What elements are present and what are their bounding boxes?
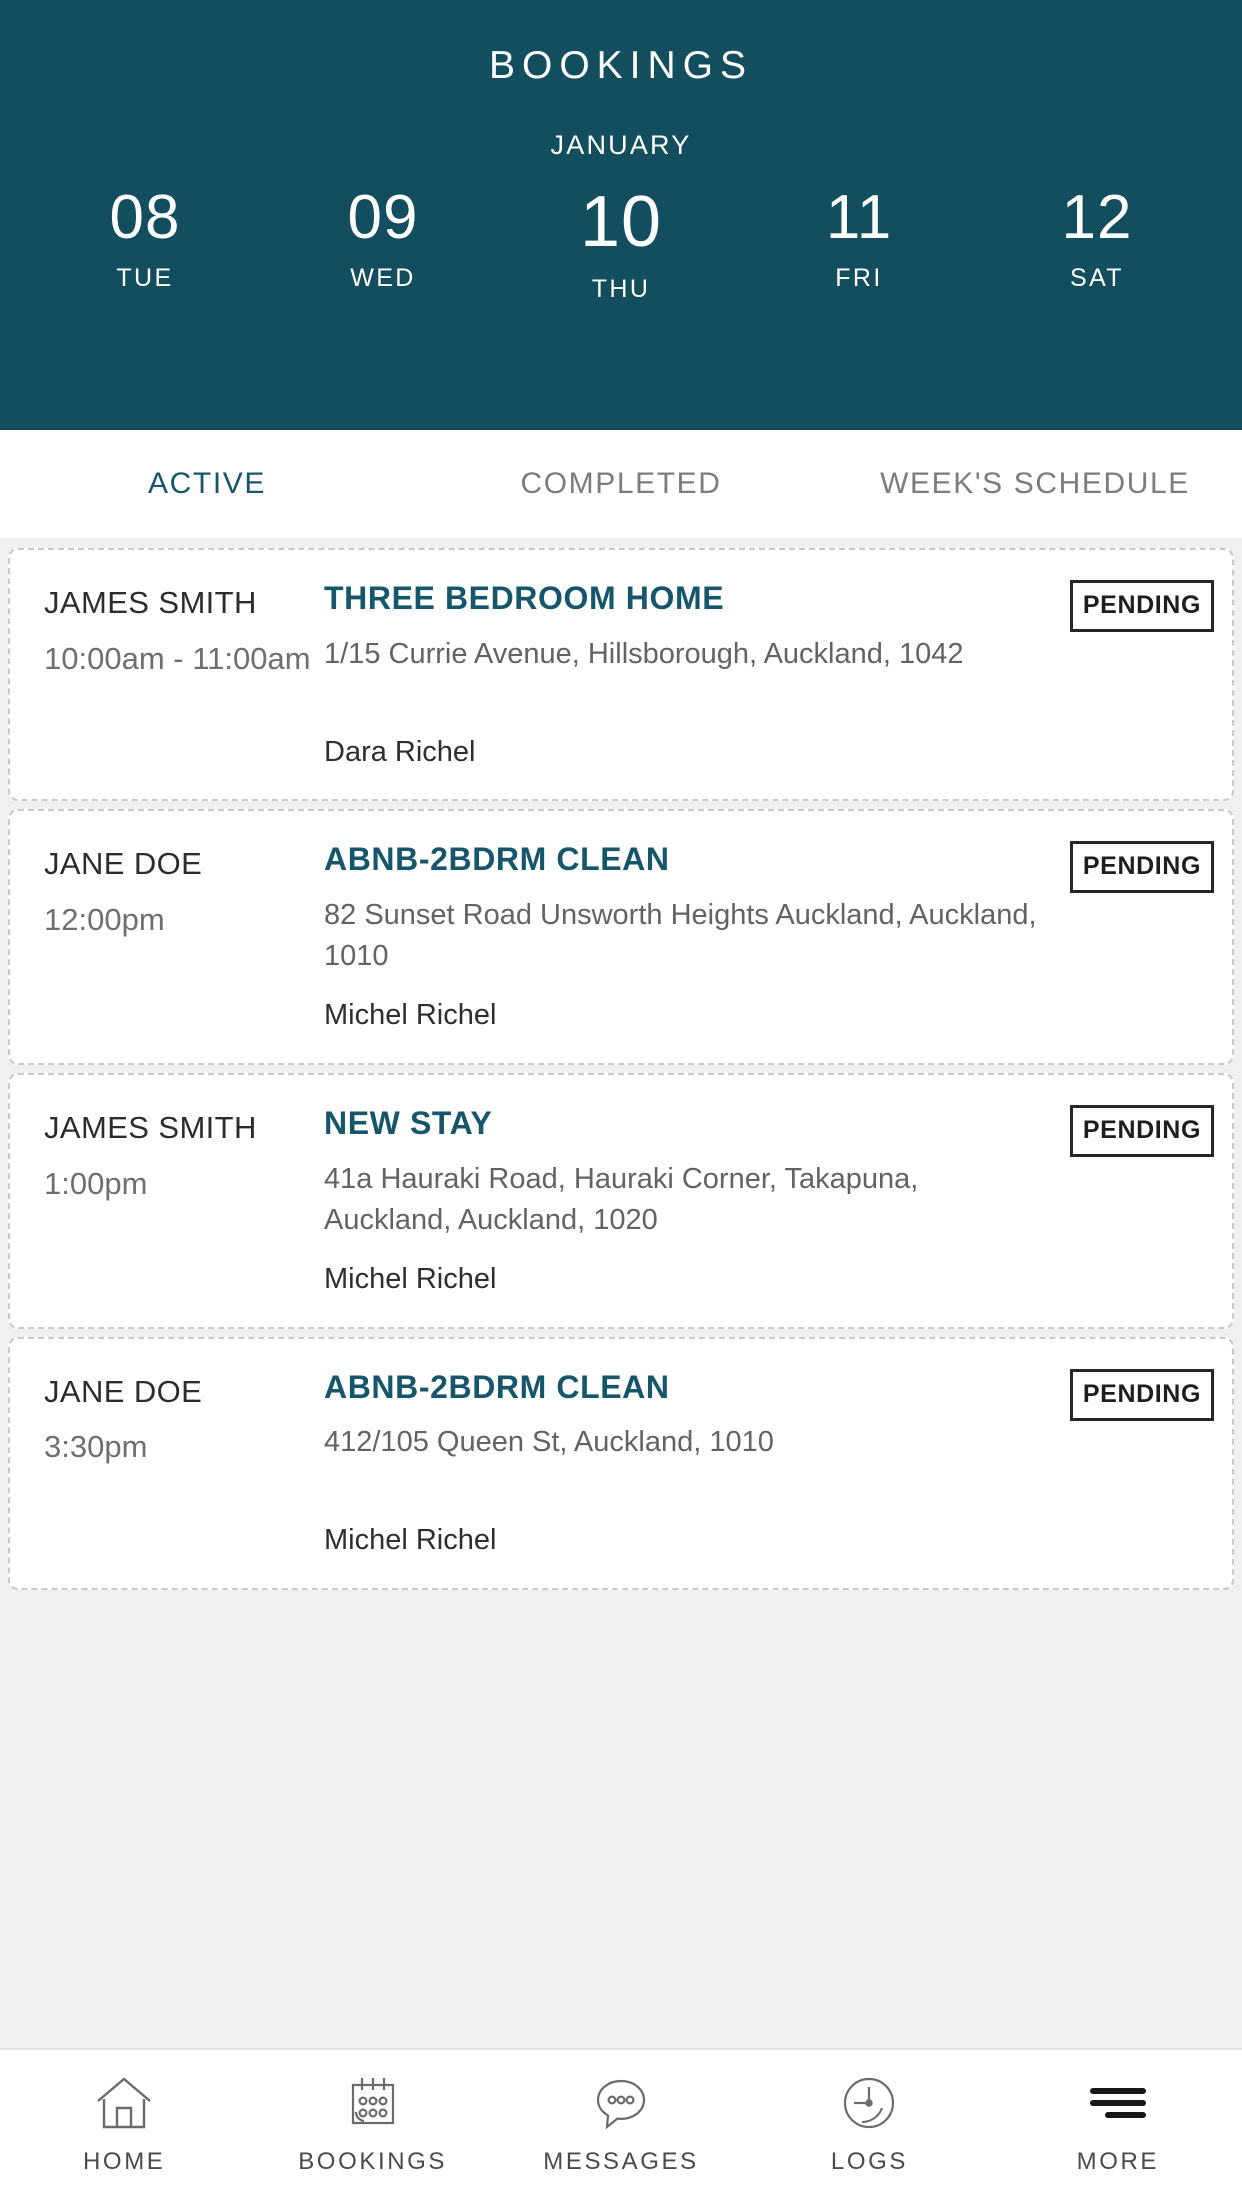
hamburger-menu-icon [1087, 2070, 1149, 2136]
client-name: JAMES SMITH [44, 585, 257, 620]
month-label: JANUARY [550, 130, 692, 160]
status-badge: PENDING [1069, 841, 1214, 894]
job-title[interactable]: THREE BEDROOM HOME [324, 578, 1048, 620]
booking-card[interactable]: JAMES SMITH 1:00pm NEW STAY 41a Hauraki … [8, 1072, 1234, 1329]
booking-client-block: JAMES SMITH 1:00pm [44, 1103, 324, 1299]
nav-item-messages[interactable]: MESSAGES [497, 2070, 745, 2176]
app-root: BOOKINGS JANUARY 08 TUE 09 WED 10 THU 11… [0, 0, 1242, 2208]
booking-list: JAMES SMITH 10:00am - 11:00am THREE BEDR… [0, 538, 1242, 2048]
nav-label: MESSAGES [543, 2148, 699, 2175]
calendar-icon [342, 2070, 404, 2136]
date-number: 12 [1061, 183, 1133, 252]
job-address: 82 Sunset Road Unsworth Heights Auckland… [324, 898, 1037, 973]
booking-client-block: JAMES SMITH 10:00am - 11:00am [44, 578, 324, 771]
booking-status-block: PENDING [1064, 578, 1214, 771]
assigned-cleaner: Michel Richel [324, 999, 497, 1032]
chat-bubble-icon [590, 2070, 652, 2136]
booking-client-block: JANE DOE 3:30pm [44, 1367, 324, 1560]
booking-card[interactable]: JAMES SMITH 10:00am - 11:00am THREE BEDR… [8, 548, 1234, 802]
status-badge: PENDING [1069, 1104, 1214, 1157]
bottom-navigation: HOME BOOKINGS MESSAGES LOGS MORE [0, 2048, 1242, 2208]
date-number: 09 [347, 183, 419, 252]
date-cell-4[interactable]: 12 SAT [978, 185, 1216, 304]
date-dayofweek: WED [350, 264, 416, 293]
client-name: JANE DOE [44, 846, 203, 882]
booking-time: 1:00pm [44, 1165, 148, 1201]
date-cell-3[interactable]: 11 FRI [740, 185, 978, 304]
date-dayofweek: SAT [1070, 264, 1124, 293]
nav-label: HOME [83, 2148, 166, 2175]
date-strip: 08 TUE 09 WED 10 THU 11 FRI 12 SAT [0, 182, 1242, 304]
date-dayofweek: FRI [835, 264, 883, 293]
date-number: 10 [579, 182, 663, 262]
home-icon [93, 2070, 155, 2136]
booking-card[interactable]: JANE DOE 12:00pm ABNB-2BDRM CLEAN 82 Sun… [8, 809, 1234, 1065]
nav-item-logs[interactable]: LOGS [745, 2070, 993, 2176]
job-address: 41a Hauraki Road, Hauraki Corner, Takapu… [324, 1162, 919, 1236]
booking-details-block: NEW STAY 41a Hauraki Road, Hauraki Corne… [324, 1103, 1064, 1299]
booking-status-block: PENDING [1064, 1103, 1214, 1299]
date-dayofweek: TUE [116, 264, 174, 293]
date-cell-1[interactable]: 09 WED [264, 185, 502, 304]
booking-details-block: ABNB-2BDRM CLEAN 412/105 Queen St, Auckl… [324, 1367, 1064, 1560]
job-address: 412/105 Queen St, Auckland, 1010 [324, 1426, 774, 1459]
nav-item-more[interactable]: MORE [994, 2070, 1242, 2176]
client-name: JANE DOE [44, 1373, 203, 1409]
date-cell-2-selected[interactable]: 10 THU [502, 182, 740, 304]
nav-label: BOOKINGS [298, 2148, 448, 2175]
nav-label: MORE [1076, 2148, 1160, 2175]
job-address: 1/15 Currie Avenue, Hillsborough, Auckla… [324, 637, 964, 670]
status-badge: PENDING [1069, 580, 1214, 632]
page-header: BOOKINGS JANUARY 08 TUE 09 WED 10 THU 11… [0, 0, 1242, 430]
tab-completed[interactable]: COMPLETED [414, 467, 828, 501]
tab-weeks-schedule[interactable]: WEEK'S SCHEDULE [828, 467, 1242, 501]
job-title[interactable]: ABNB-2BDRM CLEAN [324, 839, 1048, 881]
status-badge: PENDING [1069, 1368, 1214, 1421]
date-dayofweek: THU [591, 274, 651, 303]
booking-time: 10:00am - 11:00am [44, 640, 311, 676]
booking-card[interactable]: JANE DOE 3:30pm ABNB-2BDRM CLEAN 412/105… [8, 1336, 1234, 1590]
clock-icon [838, 2070, 900, 2136]
date-number: 11 [825, 183, 893, 252]
job-title[interactable]: NEW STAY [324, 1103, 1048, 1145]
date-number: 08 [109, 183, 181, 252]
assigned-cleaner: Michel Richel [324, 1262, 497, 1295]
booking-details-block: THREE BEDROOM HOME 1/15 Currie Avenue, H… [324, 578, 1064, 771]
assigned-cleaner: Michel Richel [324, 1524, 497, 1557]
booking-time: 12:00pm [44, 902, 165, 938]
client-name: JAMES SMITH [44, 1109, 257, 1145]
booking-time: 3:30pm [44, 1429, 148, 1465]
tab-bar: ACTIVE COMPLETED WEEK'S SCHEDULE [0, 430, 1242, 538]
page-title: BOOKINGS [488, 44, 754, 87]
tab-active[interactable]: ACTIVE [0, 467, 414, 501]
booking-client-block: JANE DOE 12:00pm [44, 839, 324, 1035]
nav-label: LOGS [830, 2148, 908, 2175]
booking-details-block: ABNB-2BDRM CLEAN 82 Sunset Road Unsworth… [324, 839, 1064, 1035]
assigned-cleaner: Dara Richel [324, 735, 476, 768]
date-cell-0[interactable]: 08 TUE [26, 185, 264, 304]
booking-status-block: PENDING [1064, 839, 1214, 1035]
nav-item-bookings[interactable]: BOOKINGS [248, 2070, 496, 2176]
nav-item-home[interactable]: HOME [0, 2070, 248, 2176]
booking-status-block: PENDING [1064, 1367, 1214, 1560]
job-title[interactable]: ABNB-2BDRM CLEAN [324, 1367, 1048, 1409]
